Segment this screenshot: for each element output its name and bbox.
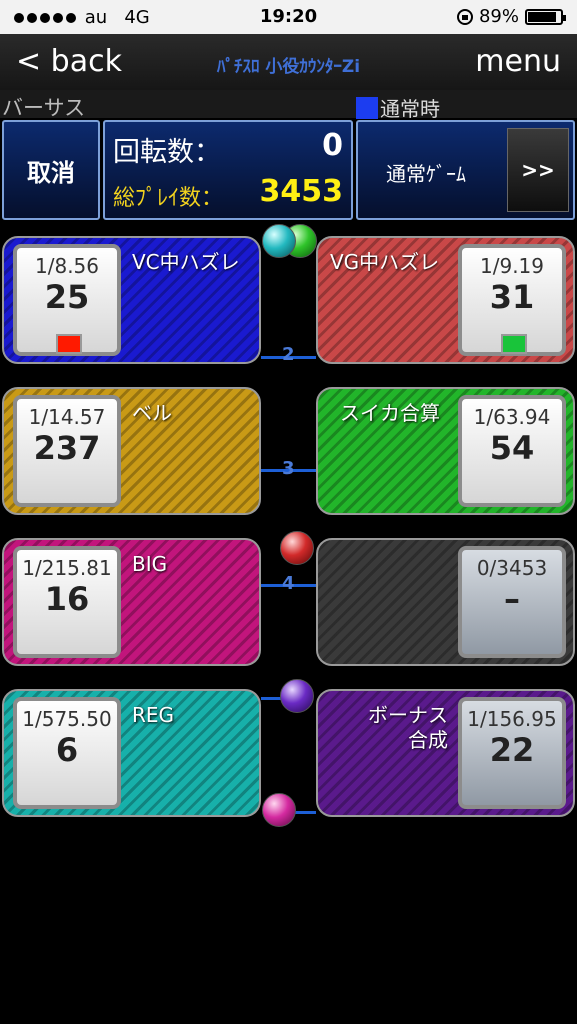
count-value: 16 — [44, 580, 90, 618]
mode-color-swatch — [356, 96, 378, 119]
count-value: 237 — [33, 429, 101, 467]
cancel-button[interactable]: 取消 — [2, 120, 100, 220]
counts-display: 回転数： 0 総ﾌﾟﾚｲ数： 3453 — [103, 120, 353, 220]
probability: 0/3453 — [476, 556, 548, 580]
total-plays-label: 総ﾌﾟﾚｲ数： — [113, 186, 224, 211]
purple-ball-icon — [280, 679, 314, 713]
battery-percent: 89% — [478, 6, 519, 27]
counter-panel-vc-miss[interactable]: 1/8.56 25 VC中ハズレ — [2, 236, 261, 364]
probability: 1/215.81 — [22, 556, 112, 580]
link-number: 3 — [282, 458, 295, 479]
total-plays-value: 3453 — [259, 174, 344, 209]
count-value: – — [504, 580, 520, 618]
panel-label-line2: 合成 — [408, 728, 448, 752]
link-number: 2 — [282, 344, 295, 365]
panel-label: ベル — [132, 401, 172, 425]
rotation-lock-icon — [456, 8, 473, 25]
link-line — [261, 697, 281, 700]
battery-fill — [528, 11, 557, 22]
game-mode-panel: 通常ｹﾞｰﾑ >> — [356, 120, 575, 220]
probability: 1/14.57 — [28, 405, 106, 429]
probability: 1/63.94 — [473, 405, 551, 429]
battery-icon — [525, 8, 566, 25]
game-mode-label: 通常ｹﾞｰﾑ — [386, 162, 466, 186]
counter-panel-bonus-total[interactable]: ボーナス 合成 1/156.95 22 — [316, 689, 575, 817]
flag-indicator — [501, 334, 527, 354]
menu-button[interactable]: menu — [475, 44, 561, 79]
panel-label: ボーナス 合成 — [362, 703, 448, 753]
red-ball-icon — [280, 531, 314, 565]
probability: 1/156.95 — [467, 707, 557, 731]
sub-bar: バーサス 通常時 — [0, 90, 577, 121]
count-value: 54 — [489, 429, 535, 467]
counter-panel-bell[interactable]: 1/14.57 237 ベル — [2, 387, 261, 515]
mode-indicator-label: 通常時 — [380, 97, 440, 121]
counter-box: 1/156.95 22 — [458, 697, 566, 809]
probability: 1/9.19 — [480, 254, 544, 278]
flag-indicator — [56, 334, 82, 354]
count-value: 31 — [489, 278, 535, 316]
panel-label-line1: ボーナス — [368, 703, 448, 727]
counter-panel-watermelon[interactable]: スイカ合算 1/63.94 54 — [316, 387, 575, 515]
counter-box: 1/9.19 31 — [458, 244, 566, 356]
counter-box: 1/14.57 237 — [13, 395, 121, 507]
counter-panel-vg-miss[interactable]: VG中ハズレ 1/9.19 31 — [316, 236, 575, 364]
panel-label: BIG — [132, 552, 168, 576]
panel-label: スイカ合算 — [340, 401, 440, 425]
next-mode-button[interactable]: >> — [507, 128, 569, 212]
rotations-value: 0 — [322, 128, 343, 163]
panel-label: VG中ハズレ — [330, 250, 440, 274]
panel-label: VC中ハズレ — [132, 250, 240, 274]
counter-box: 1/8.56 25 — [13, 244, 121, 356]
counter-panel-reg[interactable]: 1/575.50 6 REG — [2, 689, 261, 817]
probability: 1/8.56 — [35, 254, 99, 278]
flag-color — [503, 336, 525, 352]
counter-box: 1/215.81 16 — [13, 546, 121, 658]
nav-bar: < back ﾊﾟﾁｽﾛ 小役ｶｳﾝﾀｰZi menu — [0, 34, 577, 90]
flag-color — [58, 336, 80, 352]
count-value: 6 — [55, 731, 79, 769]
counter-box: 1/575.50 6 — [13, 697, 121, 809]
machine-name: バーサス — [2, 96, 86, 120]
panel-label: REG — [132, 703, 175, 727]
link-number: 4 — [282, 573, 295, 594]
counter-panel-empty[interactable]: 0/3453 – — [316, 538, 575, 666]
counter-box: 0/3453 – — [458, 546, 566, 658]
link-line — [295, 811, 316, 814]
rotations-label: 回転数： — [113, 137, 221, 168]
mode-indicator: 通常時 — [356, 93, 440, 122]
probability: 1/575.50 — [22, 707, 112, 731]
cyan-ball-icon — [262, 224, 296, 258]
status-bar: au 4G 19:20 89% — [0, 0, 577, 34]
counter-panel-big[interactable]: 1/215.81 16 BIG — [2, 538, 261, 666]
counter-box: 1/63.94 54 — [458, 395, 566, 507]
count-value: 22 — [489, 731, 535, 769]
magenta-ball-icon — [262, 793, 296, 827]
count-value: 25 — [44, 278, 90, 316]
